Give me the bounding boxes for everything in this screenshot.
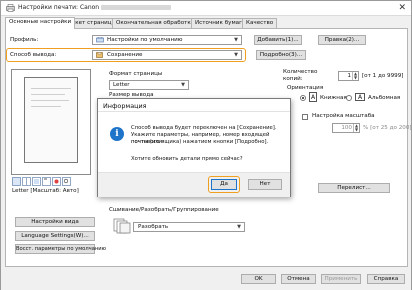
page-format-label: Формат страницы [109, 71, 163, 77]
landscape-radio[interactable] [346, 95, 352, 101]
preview-icon-row [12, 177, 78, 186]
scaling-value: 100 [341, 125, 352, 131]
window-title: Настройки печати: Canon [18, 4, 172, 11]
landscape-label: Альбомная [368, 95, 401, 101]
view-button[interactable]: Перелист... [318, 183, 390, 193]
dialog-title-bar: Информация [98, 99, 290, 112]
portrait-radio[interactable] [300, 95, 306, 101]
tab-quality[interactable]: Качество [242, 18, 278, 28]
yes-button[interactable]: Да [211, 179, 237, 190]
ok-button[interactable]: OK [241, 274, 276, 284]
output-method-label: Способ вывода: [10, 52, 57, 58]
apply-button[interactable]: Применить [321, 274, 361, 284]
dialog-title: Информация [103, 102, 147, 110]
dialog-question: Хотите обновить детали прямо сейчас? [131, 156, 243, 162]
cancel-button[interactable]: Отмена [281, 274, 316, 284]
profile-label: Профиль: [10, 37, 39, 43]
profile-icon [96, 37, 104, 43]
profile-value: Настройки по умолчанию [107, 37, 183, 43]
orientation-label: Ориентация [287, 85, 324, 91]
duplex-icon[interactable] [32, 177, 41, 186]
details-button[interactable]: Подробно(3)... [256, 50, 306, 60]
profile-combo[interactable]: Настройки по умолчанию ▼ [92, 35, 242, 45]
output-method-value: Сохранение [107, 52, 143, 58]
color-icon[interactable] [52, 177, 61, 186]
page-format-value: Letter [113, 82, 130, 88]
save-output-icon [96, 52, 103, 58]
layout-1up-icon[interactable] [12, 177, 21, 186]
preview-sheet [24, 77, 78, 163]
collate-combo[interactable]: Разобрать ▼ [133, 222, 245, 232]
tab-basic-settings[interactable]: Основные настройки [5, 17, 76, 29]
dialog-body: i Способ вывода будет переключен на [Сох… [98, 112, 290, 172]
printer-app-icon [6, 4, 15, 12]
tab-finishing[interactable]: Окончательная обработка [112, 18, 199, 28]
spinner-arrows-icon[interactable]: ▲ ▼ [353, 124, 359, 132]
view-settings-button[interactable]: Настройки вида [15, 217, 95, 227]
scaling-spinner[interactable]: 100 ▲ ▼ [332, 123, 360, 133]
edit-profile-button[interactable]: Правка(2)... [318, 35, 366, 45]
scaling-label: Настройка масштаба [312, 113, 375, 119]
information-dialog: Информация i Способ вывода будет переклю… [97, 98, 291, 197]
dialog-message-line3: почтового ящика) нажатием кнопки [Подроб… [131, 139, 269, 145]
zoom-icon[interactable] [62, 177, 71, 186]
add-profile-button[interactable]: Добавить(1)... [254, 35, 302, 45]
collate-label: Сшивание/Разобрать/Группирование [109, 207, 219, 213]
portrait-a-icon: A [309, 92, 317, 102]
scaling-checkbox[interactable] [302, 114, 308, 120]
title-bar: Настройки печати: Canon ✕ [1, 1, 411, 16]
no-button[interactable]: Нет [248, 179, 282, 190]
portrait-label: Книжная [320, 95, 347, 101]
preview-line [31, 94, 65, 95]
dialog-message-line1: Способ вывода будет переключен на [Сохра… [131, 125, 277, 131]
output-method-combo[interactable]: Сохранение ▼ [92, 50, 242, 60]
preview-caption: Letter [Масштаб: Авто] [12, 188, 79, 194]
staple-icon[interactable] [42, 177, 51, 186]
redacted-printer-name [101, 5, 172, 10]
copies-range: [от 1 до 9999] [362, 73, 404, 79]
language-settings-button[interactable]: Language Settings(W)... [15, 231, 95, 241]
preview-line [31, 106, 61, 107]
dialog-footer: Да Нет [98, 172, 290, 197]
footer-bar: OK Отмена Применить Справка [1, 268, 411, 290]
layout-2up-icon[interactable] [22, 177, 31, 186]
copies-spinner[interactable]: 1 ▲ ▼ [338, 71, 359, 81]
collate-value: Разобрать [138, 224, 169, 230]
preview-line [31, 100, 69, 101]
copies-label-line2: копий: [283, 76, 303, 82]
copies-label-line1: Количество [283, 69, 318, 75]
chevron-down-icon: ▼ [234, 52, 238, 58]
chevron-down-icon: ▼ [237, 224, 241, 230]
spinner-arrows-icon[interactable]: ▲ ▼ [352, 72, 358, 80]
tab-paper-source[interactable]: Источник бумаги [191, 18, 250, 28]
page-format-combo[interactable]: Letter ▼ [109, 80, 189, 90]
restore-defaults-button[interactable]: Восст. параметры по умолчанию [15, 244, 106, 254]
copies-value: 1 [347, 73, 351, 79]
help-button[interactable]: Справка [367, 274, 405, 284]
landscape-a-icon: A [355, 93, 365, 101]
preview-line [31, 88, 71, 89]
info-icon: i [110, 127, 124, 141]
chevron-down-icon: ▼ [181, 82, 185, 88]
chevron-down-icon: ▼ [234, 37, 238, 43]
close-icon[interactable]: ✕ [398, 3, 406, 13]
scaling-range: % [от 25 до 200] [363, 125, 412, 131]
collate-pages-icon [113, 218, 131, 234]
